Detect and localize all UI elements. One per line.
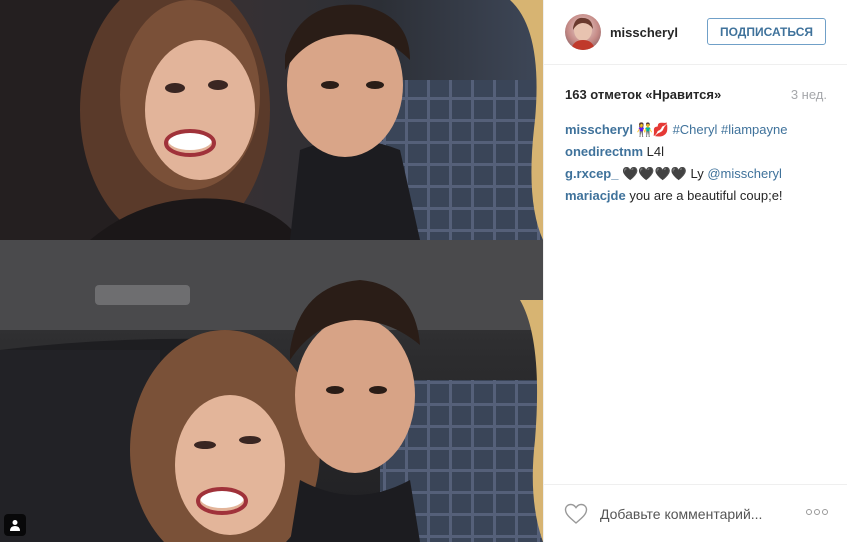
post-header: misscheryl ПОДПИСАТЬСЯ [544, 0, 847, 65]
comment-username[interactable]: misscheryl [565, 122, 633, 137]
likes-count[interactable]: 163 отметок «Нравится» [565, 87, 721, 102]
comment-text: Ly [686, 166, 708, 181]
comment-text: you are a beautiful coup;e! [625, 188, 783, 203]
follow-button[interactable]: ПОДПИСАТЬСЯ [707, 18, 826, 45]
post-photo[interactable] [0, 0, 543, 542]
comment-username[interactable]: mariacjde [565, 188, 626, 203]
comment-text: L4l [643, 144, 664, 159]
heart-icon[interactable] [564, 503, 588, 525]
mention-link[interactable]: @misscheryl [707, 166, 782, 181]
hashtag-link[interactable]: #Cheryl [673, 122, 718, 137]
post-time[interactable]: 3 нед. [791, 87, 827, 102]
comment-item: misscheryl 👫💋 #Cheryl #liampayne [565, 119, 835, 141]
post-actions [544, 484, 847, 543]
user-tag-icon[interactable] [4, 514, 26, 536]
comment-item: mariacjde you are a beautiful coup;e! [565, 185, 835, 207]
post-sidebar: misscheryl ПОДПИСАТЬСЯ 163 отметок «Нрав… [543, 0, 847, 542]
photo-frame-bottom [0, 240, 543, 542]
comment-username[interactable]: g.rxcep_ [565, 166, 618, 181]
comment-username[interactable]: onedirectnm [565, 144, 643, 159]
photo-frame-top [0, 0, 543, 240]
more-options-icon[interactable] [806, 507, 828, 517]
comments-list: misscheryl 👫💋 #Cheryl #liampayne onedirec… [565, 119, 835, 207]
add-comment-input[interactable] [600, 504, 800, 524]
likes-row: 163 отметок «Нравится» 3 нед. [544, 64, 847, 108]
comment-item: g.rxcep_ 🖤🖤🖤🖤 Ly @misscheryl [565, 163, 835, 185]
comment-emoji: 👫💋 [632, 122, 669, 137]
comment-item: onedirectnm L4l [565, 141, 835, 163]
avatar[interactable] [565, 14, 601, 50]
hashtag-link[interactable]: #liampayne [721, 122, 788, 137]
post-username[interactable]: misscheryl [610, 25, 678, 40]
comment-emoji: 🖤🖤🖤🖤 [618, 166, 687, 181]
